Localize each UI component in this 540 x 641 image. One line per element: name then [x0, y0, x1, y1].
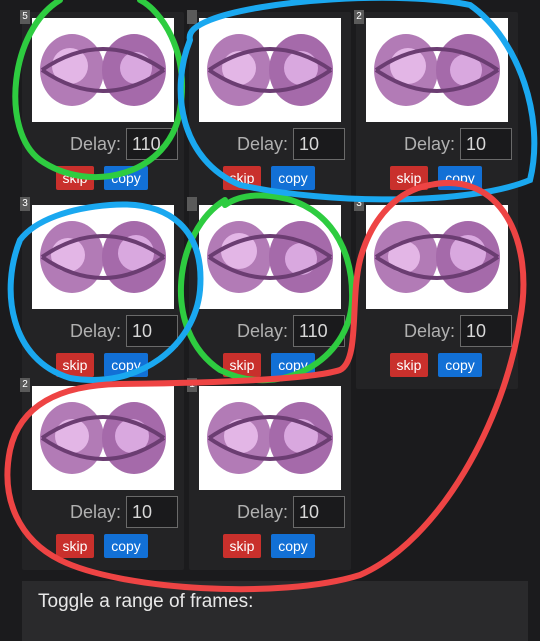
skip-button[interactable]: skip — [56, 353, 94, 377]
range-toggle-panel: Toggle a range of frames: — [22, 581, 528, 641]
delay-label: Delay: — [404, 321, 456, 341]
frame-card: Delay: 110 skip copy — [187, 197, 351, 389]
frame-card: 3 Delay: 10 skip copy — [20, 197, 184, 389]
skip-button[interactable]: skip — [223, 534, 261, 558]
skip-button[interactable]: skip — [223, 166, 261, 190]
frame-card: 2 Delay: 10 skip copy — [354, 10, 518, 202]
frame-card: 1 Delay: 10 skip copy — [187, 378, 351, 570]
copy-button[interactable]: copy — [104, 166, 148, 190]
frame-thumbnail[interactable] — [366, 205, 508, 309]
skip-button[interactable]: skip — [223, 353, 261, 377]
frame-card: Delay: 10 skip copy — [187, 10, 351, 202]
frame-index-badge: 3 — [20, 197, 30, 211]
delay-input[interactable]: 10 — [293, 496, 345, 528]
frame-thumbnail[interactable] — [199, 205, 341, 309]
frame-card: 5 Delay: 110 skip copy — [20, 10, 184, 202]
delay-input[interactable]: 10 — [293, 128, 345, 160]
frame-index-badge: 2 — [354, 10, 364, 24]
frame-card: 3 Delay: 10 skip copy — [354, 197, 518, 389]
delay-input[interactable]: 10 — [460, 128, 512, 160]
frame-thumbnail[interactable] — [199, 386, 341, 490]
copy-button[interactable]: copy — [104, 534, 148, 558]
skip-button[interactable]: skip — [390, 166, 428, 190]
delay-input[interactable]: 110 — [293, 315, 345, 347]
skip-button[interactable]: skip — [56, 534, 94, 558]
range-toggle-title: Toggle a range of frames: — [38, 591, 254, 612]
frame-thumbnail[interactable] — [32, 18, 174, 122]
frame-thumbnail[interactable] — [199, 18, 341, 122]
copy-button[interactable]: copy — [104, 353, 148, 377]
frame-index-badge: 2 — [20, 378, 30, 392]
frame-thumbnail[interactable] — [32, 386, 174, 490]
delay-label: Delay: — [70, 502, 122, 522]
frame-thumbnail[interactable] — [32, 205, 174, 309]
copy-button[interactable]: copy — [438, 353, 482, 377]
copy-button[interactable]: copy — [271, 166, 315, 190]
delay-input[interactable]: 10 — [126, 496, 178, 528]
frame-index-badge — [187, 197, 197, 211]
delay-label: Delay: — [70, 321, 122, 341]
frame-index-badge — [187, 10, 197, 24]
delay-label: Delay: — [404, 134, 456, 154]
frame-index-badge: 1 — [187, 378, 197, 392]
skip-button[interactable]: skip — [56, 166, 94, 190]
delay-input[interactable]: 110 — [126, 128, 178, 160]
frame-thumbnail[interactable] — [366, 18, 508, 122]
delay-label: Delay: — [70, 134, 122, 154]
frame-card: 2 Delay: 10 skip copy — [20, 378, 184, 570]
delay-label: Delay: — [237, 502, 289, 522]
frame-index-badge: 5 — [20, 10, 30, 24]
copy-button[interactable]: copy — [271, 534, 315, 558]
frame-index-badge: 3 — [354, 197, 364, 211]
copy-button[interactable]: copy — [438, 166, 482, 190]
skip-button[interactable]: skip — [390, 353, 428, 377]
delay-input[interactable]: 10 — [126, 315, 178, 347]
delay-input[interactable]: 10 — [460, 315, 512, 347]
copy-button[interactable]: copy — [271, 353, 315, 377]
delay-label: Delay: — [237, 321, 289, 341]
delay-label: Delay: — [237, 134, 289, 154]
